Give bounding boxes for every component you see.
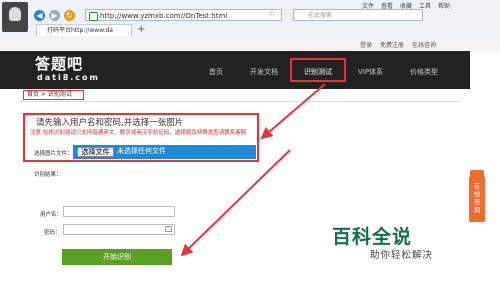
- file-status: 未选择任何文件: [117, 147, 166, 155]
- file-label: 选择图片文件：: [34, 151, 73, 157]
- username-input[interactable]: [63, 206, 175, 217]
- result-label: 识别结果：: [34, 172, 62, 178]
- site-logo[interactable]: 答题吧: [35, 53, 83, 74]
- site-logo-domain: dati8.com: [37, 73, 100, 82]
- online-consult-label: 在线咨询: [473, 182, 481, 214]
- menu-help[interactable]: 帮助: [438, 1, 450, 10]
- browser-search-input[interactable]: 在此搜索: [293, 9, 423, 21]
- nav-home[interactable]: 首页: [209, 67, 223, 77]
- nav-pricing[interactable]: 价格类型: [410, 67, 438, 77]
- nav-highlight-box: [290, 58, 346, 82]
- register-link[interactable]: 免费注册: [380, 40, 404, 49]
- choose-file-button[interactable]: 选择文件: [77, 147, 114, 157]
- avatar[interactable]: [2, 2, 28, 32]
- address-text: http://www.yzmxb.com//OnTest.html: [100, 12, 228, 20]
- username-label: 用户名：: [40, 212, 63, 218]
- consult-link[interactable]: 在线咨询: [412, 40, 436, 49]
- forward-icon[interactable]: ▶: [49, 10, 60, 21]
- divider: [20, 101, 460, 102]
- arrow-to-button: [180, 149, 291, 257]
- password-label: 密码：: [44, 230, 61, 236]
- favorite-star-icon[interactable]: ☆: [268, 9, 276, 19]
- browser-tab[interactable]: 打码平台http://www.da: [36, 24, 132, 36]
- login-link[interactable]: 登录: [360, 40, 372, 49]
- refresh-icon[interactable]: ↻: [64, 10, 75, 21]
- arrow-to-form: [260, 83, 326, 140]
- security-icon: [89, 12, 98, 21]
- breadcrumb[interactable]: 首页 > 识别测试: [23, 90, 84, 100]
- nav-vip[interactable]: VIP体系: [358, 67, 383, 77]
- nav-docs[interactable]: 开发文档: [250, 67, 278, 77]
- online-consult-tab[interactable]: 在线咨询: [469, 176, 485, 222]
- watermark-subtitle: 助你轻松解决: [370, 250, 434, 261]
- form-prompt: 请先输入用户名和密码,并选择一张图片: [36, 118, 184, 128]
- form-note: 注意 在线识别测试只支持普通英文、数字或英汉字验证码，选择题及特殊类型请联系客服: [30, 130, 247, 136]
- new-tab-icon[interactable]: +: [137, 24, 145, 35]
- back-icon[interactable]: ◀: [34, 10, 45, 21]
- site-top-links: 登录 免费注册 在线咨询: [360, 40, 436, 49]
- keyboard-icon[interactable]: [165, 226, 172, 232]
- start-recognition-button[interactable]: 开始识别: [62, 249, 172, 265]
- watermark-title: 百科全说: [332, 226, 413, 248]
- password-input[interactable]: [63, 224, 175, 235]
- address-bar[interactable]: http://www.yzmxb.com//OnTest.html: [85, 9, 282, 21]
